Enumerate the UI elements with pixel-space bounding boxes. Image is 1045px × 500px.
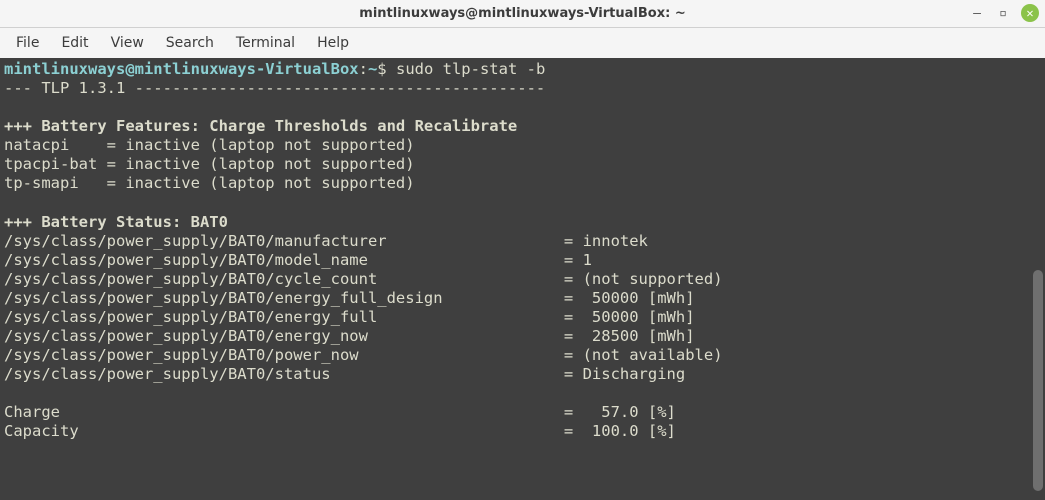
line-charge: Charge = 57.0 [%] bbox=[4, 403, 676, 421]
close-icon[interactable]: ✕ bbox=[1021, 4, 1039, 22]
menubar: File Edit View Search Terminal Help bbox=[0, 28, 1045, 58]
line-power-now: /sys/class/power_supply/BAT0/power_now =… bbox=[4, 346, 723, 364]
command-text: sudo tlp-stat -b bbox=[396, 60, 545, 78]
line-energy-full: /sys/class/power_supply/BAT0/energy_full… bbox=[4, 308, 695, 326]
prompt-sep1: : bbox=[359, 60, 368, 78]
status-title: +++ Battery Status: BAT0 bbox=[4, 213, 228, 231]
menu-file[interactable]: File bbox=[6, 31, 49, 55]
terminal-area[interactable]: mintlinuxways@mintlinuxways-VirtualBox:~… bbox=[0, 58, 1045, 500]
menu-search[interactable]: Search bbox=[156, 31, 224, 55]
scroll-thumb[interactable] bbox=[1033, 270, 1043, 491]
minimize-icon[interactable]: – bbox=[969, 5, 985, 21]
prompt-path: ~ bbox=[368, 60, 377, 78]
prompt-sigil: $ bbox=[377, 60, 386, 78]
prompt-userhost: mintlinuxways@mintlinuxways-VirtualBox bbox=[4, 60, 359, 78]
titlebar: mintlinuxways@mintlinuxways-VirtualBox: … bbox=[0, 0, 1045, 28]
line-cycle-count: /sys/class/power_supply/BAT0/cycle_count… bbox=[4, 270, 723, 288]
menu-edit[interactable]: Edit bbox=[51, 31, 98, 55]
line-status: /sys/class/power_supply/BAT0/status = Di… bbox=[4, 365, 685, 383]
scrollbar[interactable] bbox=[1031, 58, 1045, 500]
line-natacpi: natacpi = inactive (laptop not supported… bbox=[4, 136, 415, 154]
menu-help[interactable]: Help bbox=[307, 31, 359, 55]
line-tpsmapi: tp-smapi = inactive (laptop not supporte… bbox=[4, 174, 415, 192]
line-model-name: /sys/class/power_supply/BAT0/model_name … bbox=[4, 251, 592, 269]
window-controls: – ▫ ✕ bbox=[969, 4, 1039, 22]
features-title: +++ Battery Features: Charge Thresholds … bbox=[4, 117, 517, 135]
line-tpacpi: tpacpi-bat = inactive (laptop not suppor… bbox=[4, 155, 415, 173]
line-energy-now: /sys/class/power_supply/BAT0/energy_now … bbox=[4, 327, 695, 345]
maximize-icon[interactable]: ▫ bbox=[995, 5, 1011, 21]
tlp-header: --- TLP 1.3.1 --------------------------… bbox=[4, 79, 545, 97]
line-energy-full-design: /sys/class/power_supply/BAT0/energy_full… bbox=[4, 289, 695, 307]
line-capacity: Capacity = 100.0 [%] bbox=[4, 422, 676, 440]
menu-terminal[interactable]: Terminal bbox=[226, 31, 305, 55]
menu-view[interactable]: View bbox=[101, 31, 154, 55]
line-manufacturer: /sys/class/power_supply/BAT0/manufacture… bbox=[4, 232, 648, 250]
window-title: mintlinuxways@mintlinuxways-VirtualBox: … bbox=[359, 6, 685, 21]
